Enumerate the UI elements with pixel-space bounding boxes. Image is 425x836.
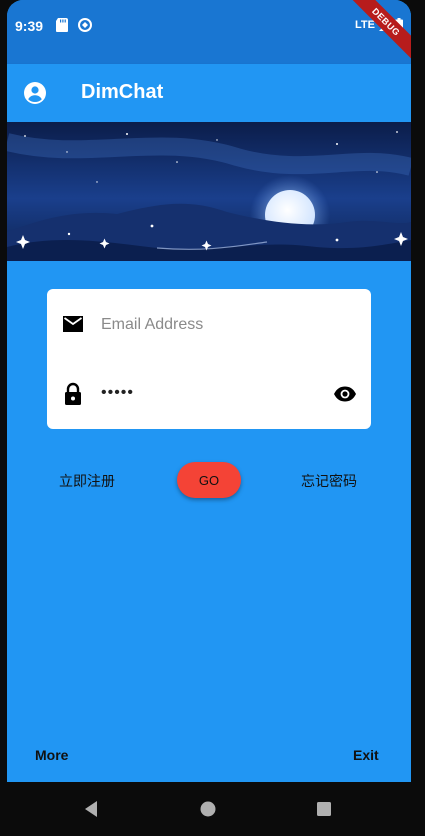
go-button[interactable]: GO	[177, 462, 241, 498]
password-field[interactable]	[101, 379, 301, 407]
forgot-password-link[interactable]: 忘记密码	[301, 471, 357, 491]
network-type: LTE	[355, 19, 375, 31]
eye-icon[interactable]	[333, 382, 357, 406]
email-field[interactable]	[101, 311, 351, 339]
register-link[interactable]: 立即注册	[59, 471, 115, 491]
system-nav-bar	[0, 782, 425, 836]
sd-card-icon	[56, 18, 68, 32]
login-card	[47, 289, 371, 429]
account-circle-icon[interactable]	[23, 81, 47, 105]
app-title: DimChat	[81, 81, 164, 103]
status-time: 9:39	[15, 18, 44, 34]
sync-icon	[78, 18, 92, 32]
app-screen: 9:39 LTE DEBUG DimChat Email Address •••…	[7, 0, 411, 782]
mail-icon	[63, 316, 83, 332]
exit-button[interactable]: Exit	[353, 747, 379, 763]
banner-image	[7, 122, 411, 261]
app-bar: DimChat	[7, 64, 411, 122]
more-button[interactable]: More	[35, 747, 68, 763]
night-sky-illustration	[7, 122, 411, 261]
debug-banner: DEBUG	[341, 0, 411, 67]
device-frame: 9:39 LTE DEBUG DimChat Email Address •••…	[0, 0, 425, 836]
status-bar: 9:39 LTE DEBUG	[7, 0, 411, 67]
lock-icon	[65, 382, 81, 405]
home-icon[interactable]	[197, 798, 219, 820]
recents-icon[interactable]	[313, 798, 335, 820]
back-icon[interactable]	[81, 798, 103, 820]
